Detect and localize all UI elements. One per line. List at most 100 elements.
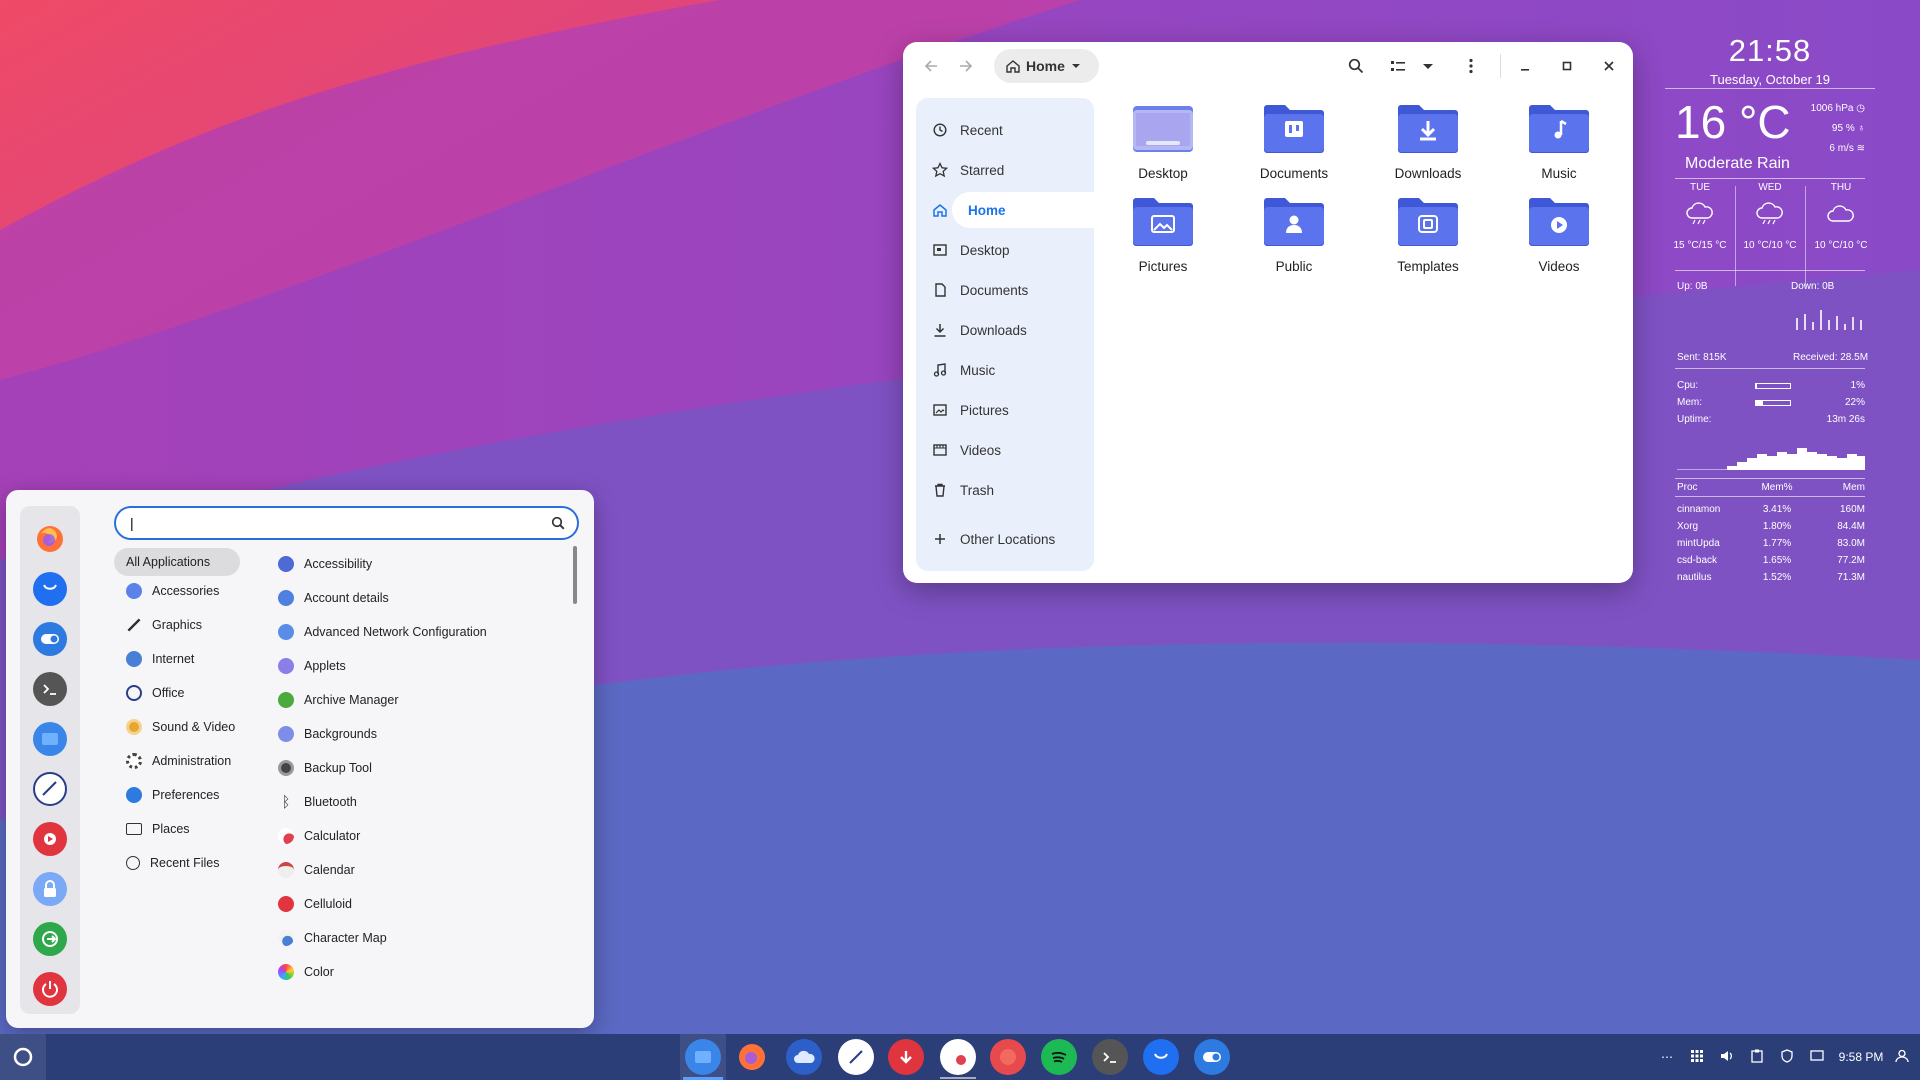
taskbar-image-viewer[interactable] <box>940 1039 976 1075</box>
app-celluloid[interactable]: Celluloid <box>278 890 558 918</box>
sidebar-item-starred[interactable]: Starred <box>916 152 1094 188</box>
clipboard-icon[interactable] <box>1742 1049 1772 1066</box>
app-archive-manager[interactable]: Archive Manager <box>278 686 558 714</box>
gauge-icon: ◷ <box>1856 103 1865 114</box>
taskbar-thunderbird[interactable] <box>1143 1039 1179 1075</box>
fav-media-player[interactable] <box>33 822 67 856</box>
fav-terminal[interactable] <box>33 672 67 706</box>
app-backgrounds[interactable]: Backgrounds <box>278 720 558 748</box>
category-all-applications[interactable]: All Applications <box>114 548 240 576</box>
folder-label: Pictures <box>1138 259 1188 274</box>
sidebar-item-downloads[interactable]: Downloads <box>916 312 1094 348</box>
terminal-icon <box>43 684 56 695</box>
clock-icon <box>932 122 948 138</box>
fav-lock[interactable] <box>33 872 67 906</box>
fav-text-editor[interactable] <box>33 772 67 806</box>
folder-documents[interactable]: Documents <box>1239 102 1349 192</box>
category-accessories[interactable]: Accessories <box>114 577 264 605</box>
fav-firefox[interactable] <box>33 522 67 556</box>
notifications-icon[interactable] <box>1802 1049 1832 1065</box>
sidebar-item-documents[interactable]: Documents <box>916 272 1094 308</box>
accessories-icon <box>126 583 142 599</box>
proc-mem: 84.4M <box>1837 521 1865 532</box>
category-preferences[interactable]: Preferences <box>114 781 264 809</box>
taskbar-web-app[interactable] <box>990 1039 1026 1075</box>
folder-templates[interactable]: Templates <box>1373 195 1483 285</box>
folder-label: Templates <box>1397 259 1459 274</box>
app-accessibility[interactable]: Accessibility <box>278 550 558 578</box>
app-account-details[interactable]: Account details <box>278 584 558 612</box>
sidebar-item-videos[interactable]: Videos <box>916 432 1094 468</box>
app-bluetooth[interactable]: ᛒ Bluetooth <box>278 788 558 816</box>
app-list-scrollbar[interactable] <box>573 546 577 604</box>
app-advanced-network-configuration[interactable]: Advanced Network Configuration <box>278 618 558 646</box>
humidity-icon: ♁ <box>1857 123 1866 134</box>
category-graphics[interactable]: Graphics <box>114 611 264 639</box>
folder-desktop[interactable]: Desktop <box>1108 102 1218 192</box>
category-sound-video[interactable]: Sound & Video <box>114 713 264 741</box>
taskbar-download-manager[interactable] <box>888 1039 924 1075</box>
category-label: Office <box>152 686 185 700</box>
sidebar-item-desktop[interactable]: Desktop <box>916 232 1094 268</box>
category-label: Preferences <box>152 788 220 802</box>
sidebar-item-home[interactable]: Home <box>916 192 1094 228</box>
taskbar-firefox[interactable] <box>734 1039 770 1075</box>
firefox-icon <box>739 1044 765 1070</box>
taskbar-terminal[interactable] <box>1092 1039 1128 1075</box>
app-calculator[interactable]: Calculator <box>278 822 558 850</box>
folder-music[interactable]: Music <box>1504 102 1614 192</box>
category-internet[interactable]: Internet <box>114 645 264 673</box>
sidebar-item-trash[interactable]: Trash <box>916 472 1094 508</box>
user-icon[interactable] <box>1890 1049 1914 1066</box>
menu-search-input[interactable]: | <box>114 506 579 540</box>
taskbar-cloud[interactable] <box>786 1039 822 1075</box>
taskbar-files[interactable] <box>685 1039 721 1075</box>
fav-thunderbird[interactable] <box>33 572 67 606</box>
path-bar-home[interactable]: Home <box>994 49 1099 83</box>
menu-button[interactable] <box>0 1034 46 1080</box>
category-administration[interactable]: Administration <box>114 747 264 775</box>
fav-files[interactable] <box>33 722 67 756</box>
sidebar-item-pictures[interactable]: Pictures <box>916 392 1094 428</box>
close-icon <box>1604 61 1614 71</box>
fav-power[interactable] <box>33 972 67 1006</box>
forward-button[interactable] <box>952 52 980 80</box>
menu-button[interactable] <box>1457 52 1485 80</box>
category-office[interactable]: Office <box>114 679 264 707</box>
folder-downloads[interactable]: Downloads <box>1373 102 1483 192</box>
folder-videos[interactable]: Videos <box>1504 195 1614 285</box>
overflow-icon[interactable]: ⋯ <box>1652 1050 1682 1064</box>
sidebar-item-music[interactable]: Music <box>916 352 1094 388</box>
minimize-button[interactable] <box>1511 52 1539 80</box>
app-applets[interactable]: Applets <box>278 652 558 680</box>
taskbar-settings[interactable] <box>1194 1039 1230 1075</box>
volume-icon[interactable] <box>1712 1050 1742 1065</box>
category-recent-files[interactable]: Recent Files <box>114 849 264 877</box>
app-label: Accessibility <box>304 557 373 571</box>
folder-public[interactable]: Public <box>1239 195 1349 285</box>
view-mode-button[interactable] <box>1384 52 1412 80</box>
files-icon <box>695 1051 711 1063</box>
fav-logout[interactable] <box>33 922 67 956</box>
workspace-icon[interactable] <box>1682 1049 1712 1065</box>
sidebar-item-other-locations[interactable]: Other Locations <box>916 521 1094 557</box>
taskbar-spotify[interactable] <box>1041 1039 1077 1075</box>
app-character-map[interactable]: Character Map <box>278 924 558 952</box>
app-backup-tool[interactable]: Backup Tool <box>278 754 558 782</box>
search-button[interactable] <box>1342 52 1370 80</box>
spotify-icon <box>1051 1052 1067 1063</box>
folder-pictures[interactable]: Pictures <box>1108 195 1218 285</box>
view-options-button[interactable] <box>1414 52 1442 80</box>
back-button[interactable] <box>917 52 945 80</box>
category-places[interactable]: Places <box>114 815 264 843</box>
sidebar-item-recent[interactable]: Recent <box>916 112 1094 148</box>
app-color[interactable]: Color <box>278 958 558 986</box>
app-calendar[interactable]: Calendar <box>278 856 558 884</box>
maximize-button[interactable] <box>1553 52 1581 80</box>
proc-mem-pct: 1.77% <box>1762 538 1792 549</box>
close-button[interactable] <box>1595 52 1623 80</box>
fav-settings[interactable] <box>33 622 67 656</box>
shield-icon[interactable] <box>1772 1048 1802 1066</box>
taskbar-text-editor[interactable] <box>838 1039 874 1075</box>
panel-clock[interactable]: 9:58 PM <box>1832 1050 1890 1064</box>
